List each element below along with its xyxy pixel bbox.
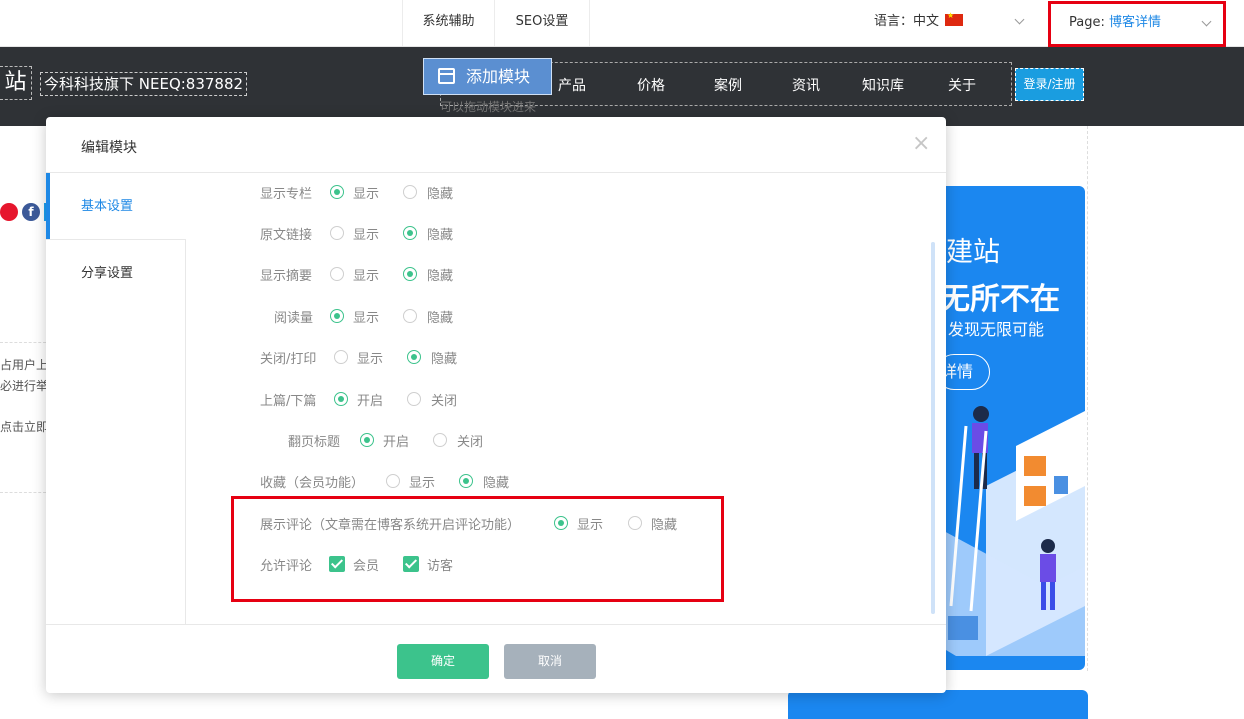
cancel-button[interactable]: 取消 (504, 644, 596, 679)
language-selector[interactable]: 语言：中文 (874, 0, 964, 46)
option-label[interactable]: 开启 (357, 390, 383, 409)
divider (46, 624, 946, 625)
radio-read-count-hide[interactable] (403, 309, 417, 323)
language-label: 语言： (874, 14, 914, 29)
radio-prev-next-on[interactable] (334, 392, 348, 406)
setting-label-close-print: 关闭/打印 (260, 352, 317, 367)
layout-guide (1087, 126, 1088, 671)
system-assist-button[interactable]: 系统辅助 (402, 0, 494, 46)
module-icon (438, 68, 455, 84)
divider (185, 239, 186, 624)
nav-item-news[interactable]: 资讯 (792, 75, 820, 95)
close-icon[interactable]: × (912, 133, 930, 155)
confirm-button[interactable]: 确定 (397, 644, 489, 679)
page-selector[interactable]: Page: 博客详情 (1048, 1, 1226, 47)
company-text[interactable]: 今科科技旗下 NEEQ:837882 (40, 72, 248, 96)
radio-original-link-show[interactable] (330, 226, 344, 240)
option-label[interactable]: 关闭 (457, 431, 483, 450)
login-register-button[interactable]: 登录/注册 (1015, 68, 1084, 101)
radio-original-link-hide[interactable] (403, 226, 417, 240)
setting-label-page-title: 翻页标题 (288, 435, 341, 450)
setting-label-show-column: 显示专栏 (260, 187, 313, 202)
radio-page-title-off[interactable] (433, 433, 447, 447)
nav-item-knowledge[interactable]: 知识库 (862, 75, 904, 95)
option-label[interactable]: 隐藏 (431, 348, 457, 367)
layout-guide (0, 492, 46, 493)
setting-label-show-summary: 显示摘要 (260, 269, 313, 284)
setting-label-original-link: 原文链接 (260, 228, 313, 243)
radio-read-count-show[interactable] (330, 309, 344, 323)
radio-prev-next-off[interactable] (407, 392, 421, 406)
nav-item-cases[interactable]: 案例 (714, 75, 742, 95)
option-label[interactable]: 显示 (353, 265, 379, 284)
option-label[interactable]: 隐藏 (427, 224, 453, 243)
page-label: Page: (1069, 15, 1105, 30)
option-label[interactable]: 显示 (353, 307, 379, 326)
option-label[interactable]: 隐藏 (483, 472, 509, 491)
option-label[interactable]: 开启 (383, 431, 409, 450)
bg-text-line: 点击立即提 (0, 420, 46, 434)
option-label[interactable]: 显示 (409, 472, 435, 491)
add-module-button[interactable]: 添加模块 (423, 58, 552, 95)
bg-text-line: 占用户上传 (0, 358, 46, 372)
radio-close-print-hide[interactable] (407, 350, 421, 364)
nav-item-about[interactable]: 关于 (948, 75, 976, 95)
radio-show-summary-show[interactable] (330, 267, 344, 281)
chevron-down-icon[interactable] (1201, 16, 1212, 27)
china-flag-icon (945, 10, 964, 26)
site-logo[interactable]: 站 (0, 66, 32, 100)
radio-show-summary-hide[interactable] (403, 267, 417, 281)
page-value: 博客详情 (1109, 15, 1162, 30)
editor-toolbar: 系统辅助 SEO设置 语言：中文 Page: 博客详情 (0, 0, 1244, 47)
edit-module-dialog: 编辑模块 × 基本设置 分享设置 显示专栏 显示 隐藏 原文链接 显示 隐藏 显… (46, 117, 946, 693)
promo-banner-secondary[interactable] (788, 690, 1088, 719)
radio-show-column-hide[interactable] (403, 185, 417, 199)
tab-basic-settings[interactable]: 基本设置 (46, 173, 186, 240)
nav-item-pricing[interactable]: 价格 (637, 75, 665, 95)
language-value: 中文 (913, 14, 940, 29)
option-label[interactable]: 显示 (353, 224, 379, 243)
drag-hint: 可以拖动模块进来 (440, 100, 537, 114)
option-label[interactable]: 隐藏 (427, 183, 453, 202)
radio-close-print-show[interactable] (334, 350, 348, 364)
option-label[interactable]: 隐藏 (427, 307, 453, 326)
radio-favorites-show[interactable] (386, 474, 400, 488)
add-module-label: 添加模块 (466, 67, 531, 86)
annotation-highlight-box (231, 496, 724, 602)
facebook-icon[interactable]: f (22, 203, 40, 221)
chevron-down-icon[interactable] (1014, 14, 1025, 25)
radio-show-column-show[interactable] (330, 185, 344, 199)
tab-share-settings[interactable]: 分享设置 (46, 239, 186, 306)
option-label[interactable]: 显示 (353, 183, 379, 202)
seo-settings-button[interactable]: SEO设置 (494, 0, 590, 46)
option-label[interactable]: 显示 (357, 348, 383, 367)
layout-guide (0, 342, 46, 343)
radio-page-title-on[interactable] (360, 433, 374, 447)
nav-item-products[interactable]: 产品 (558, 75, 586, 95)
option-label[interactable]: 隐藏 (427, 265, 453, 284)
option-label[interactable]: 关闭 (431, 390, 457, 409)
settings-scrollbar[interactable] (931, 242, 935, 614)
setting-label-favorites: 收藏（会员功能） (260, 476, 365, 491)
setting-label-read-count: 阅读量 (274, 311, 314, 326)
radio-favorites-hide[interactable] (459, 474, 473, 488)
bg-text-line: 必进行举报 (0, 379, 46, 393)
weibo-icon[interactable] (0, 203, 18, 221)
dialog-title: 编辑模块 (81, 140, 137, 156)
setting-label-prev-next: 上篇/下篇 (260, 394, 317, 409)
